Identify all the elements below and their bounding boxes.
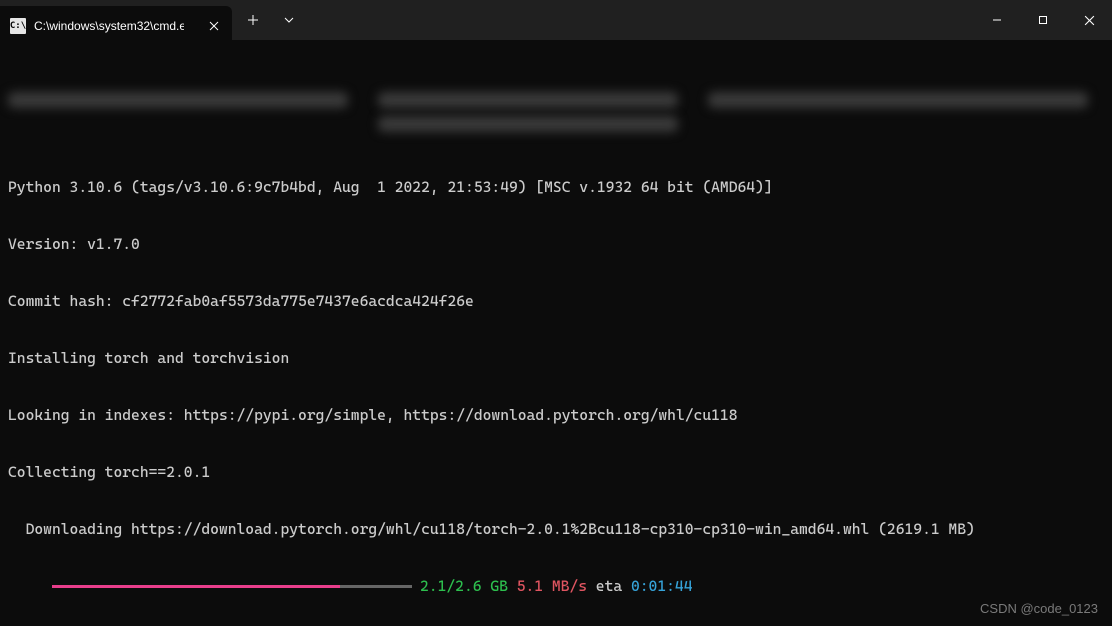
output-line: Collecting torch==2.0.1 [8,463,1104,482]
download-progress: 2.1/2.6 GB 5.1 MB/s eta 0:01:44 [8,577,1104,596]
window-controls [974,0,1112,40]
minimize-button[interactable] [974,0,1020,40]
titlebar: C:\ C:\windows\system32\cmd.exe [0,0,1112,40]
output-line: Looking in indexes: https://pypi.org/sim… [8,406,1104,425]
terminal-output[interactable]: Python 3.10.6 (tags/v3.10.6:9c7b4bd, Aug… [0,40,1112,623]
maximize-button[interactable] [1020,0,1066,40]
progress-bar-empty [340,585,412,588]
progress-size: 2.1/2.6 GB [420,577,508,596]
progress-eta-value: 0:01:44 [631,577,693,596]
close-tab-icon[interactable] [206,18,222,34]
progress-bar-fill [52,585,340,588]
output-line: Downloading https://download.pytorch.org… [8,520,1104,539]
new-tab-button[interactable] [236,3,270,37]
tab-dropdown-button[interactable] [272,3,306,37]
progress-speed: 5.1 MB/s [517,577,587,596]
output-line: Python 3.10.6 (tags/v3.10.6:9c7b4bd, Aug… [8,178,1104,197]
output-line: Commit hash: cf2772fab0af5573da775e7437e… [8,292,1104,311]
redacted-line [8,90,1104,134]
output-line: Installing torch and torchvision [8,349,1104,368]
tab-title: C:\windows\system32\cmd.exe [34,19,184,33]
watermark: CSDN @code_0123 [980,601,1098,616]
cmd-icon: C:\ [10,18,26,34]
progress-bar [52,585,412,588]
progress-eta-label: eta [596,577,622,596]
close-window-button[interactable] [1066,0,1112,40]
output-line: Version: v1.7.0 [8,235,1104,254]
tabstrip-actions [232,0,306,40]
terminal-tab[interactable]: C:\ C:\windows\system32\cmd.exe [0,6,232,46]
